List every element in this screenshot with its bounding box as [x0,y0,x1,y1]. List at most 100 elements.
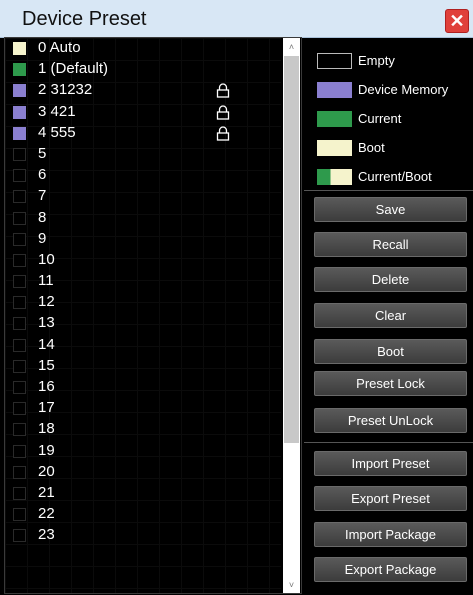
preset-label: 22 [38,505,55,523]
preset-row[interactable]: 12 [5,292,281,313]
legend-current-boot: Current/Boot [304,167,473,187]
preset-label: 2 31232 [38,81,93,99]
preset-status-swatch [13,211,26,225]
preset-label: 21 [38,483,55,501]
preset-status-swatch [13,63,26,77]
close-icon: ✕ [449,11,465,31]
preset-row[interactable]: 2 31232 [5,80,281,101]
preset-row[interactable]: 7 [5,186,281,207]
preset-row[interactable]: 16 [5,377,281,398]
preset-label: 20 [38,462,55,480]
preset-list[interactable]: 0 Auto 1 (Default) 2 31232 3 421 4 555 5 6 7 8 9 1… [5,38,281,547]
preset-lock-button[interactable]: Preset Lock [314,371,467,396]
preset-status-swatch [13,190,26,204]
preset-label: 3 421 [38,102,76,120]
close-button[interactable]: ✕ [445,9,469,33]
preset-status-swatch [13,423,26,437]
preset-label: 14 [38,335,55,353]
preset-row[interactable]: 9 [5,229,281,250]
preset-label: 9 [38,229,47,247]
preset-status-swatch [13,444,26,458]
preset-status-swatch [13,296,26,310]
legend-current: Current [304,109,473,129]
legend-label-boot: Boot [358,140,385,155]
preset-status-swatch [13,465,26,479]
separator [304,442,473,443]
preset-label: 23 [38,526,55,544]
preset-status-swatch [13,42,26,55]
preset-row[interactable]: 10 [5,250,281,271]
preset-status-swatch [13,338,26,352]
preset-status-swatch [13,402,26,416]
preset-row[interactable]: 15 [5,356,281,377]
preset-list-panel: 0 Auto 1 (Default) 2 31232 3 421 4 555 5 6 7 8 9 1… [4,37,302,594]
preset-row[interactable]: 17 [5,398,281,419]
save-button[interactable]: Save [314,197,467,222]
legend-label-empty: Empty [358,53,395,68]
preset-row[interactable]: 20 [5,462,281,483]
preset-row[interactable]: 4 555 [5,123,281,144]
legend-swatch-device-memory [317,82,352,98]
legend-label-device-memory: Device Memory [358,82,449,97]
preset-row[interactable]: 13 [5,313,281,334]
preset-row[interactable]: 18 [5,419,281,440]
preset-label: 6 [38,166,47,184]
export-preset-button[interactable]: Export Preset [314,486,467,511]
preset-status-swatch [13,105,26,119]
export-package-button[interactable]: Export Package [314,557,467,582]
preset-row[interactable]: 5 [5,144,281,165]
scroll-thumb[interactable] [284,56,299,443]
legend-label-current: Current [358,111,402,126]
import-preset-button[interactable]: Import Preset [314,451,467,476]
delete-button[interactable]: Delete [314,267,467,292]
preset-label: 0 Auto [38,39,81,56]
preset-row[interactable]: 19 [5,441,281,462]
preset-label: 17 [38,399,55,417]
scroll-down-arrow[interactable]: ˅ [283,576,300,593]
preset-status-swatch [13,126,26,140]
preset-label: 19 [38,441,55,459]
preset-row[interactable]: 3 421 [5,102,281,123]
preset-row[interactable]: 23 [5,525,281,546]
preset-status-swatch [13,359,26,373]
preset-row[interactable]: 22 [5,504,281,525]
legend-empty: Empty [304,51,473,71]
preset-status-swatch [13,529,26,543]
control-panel: Empty Device Memory Current Boot Current… [304,37,473,595]
preset-label: 10 [38,250,55,268]
legend-device-memory: Device Memory [304,80,473,100]
legend-swatch-current [317,111,352,127]
preset-label: 7 [38,187,47,205]
preset-status-swatch [13,317,26,331]
legend-swatch-boot [317,140,352,156]
clear-button[interactable]: Clear [314,303,467,328]
preset-list-scrollbar[interactable]: ˄ ˅ [283,38,300,593]
preset-label: 1 (Default) [38,60,109,78]
boot-button[interactable]: Boot [314,339,467,364]
preset-unlock-button[interactable]: Preset UnLock [314,408,467,433]
preset-status-swatch [13,147,26,161]
import-package-button[interactable]: Import Package [314,522,467,547]
preset-row[interactable]: 0 Auto [5,38,281,59]
preset-label: 12 [38,293,55,311]
preset-row[interactable]: 11 [5,271,281,292]
recall-button[interactable]: Recall [314,232,467,257]
legend-label-current-boot: Current/Boot [358,169,432,184]
preset-label: 5 [38,144,47,162]
device-preset-window: Device Preset ✕ 0 Auto 1 (Default) 2 31232… [0,0,473,595]
preset-label: 8 [38,208,47,226]
legend-swatch-empty [317,53,352,69]
preset-label: 4 555 [38,123,76,141]
window-title: Device Preset [22,8,147,30]
preset-row[interactable]: 14 [5,335,281,356]
preset-row[interactable]: 1 (Default) [5,59,281,80]
preset-row[interactable]: 21 [5,483,281,504]
preset-label: 13 [38,314,55,332]
preset-row[interactable]: 6 [5,165,281,186]
preset-label: 11 [38,272,54,290]
preset-row[interactable]: 8 [5,208,281,229]
preset-label: 18 [38,420,55,438]
preset-status-swatch [13,508,26,522]
scroll-up-arrow[interactable]: ˄ [283,38,300,55]
title-bar[interactable]: Device Preset ✕ [0,0,473,38]
